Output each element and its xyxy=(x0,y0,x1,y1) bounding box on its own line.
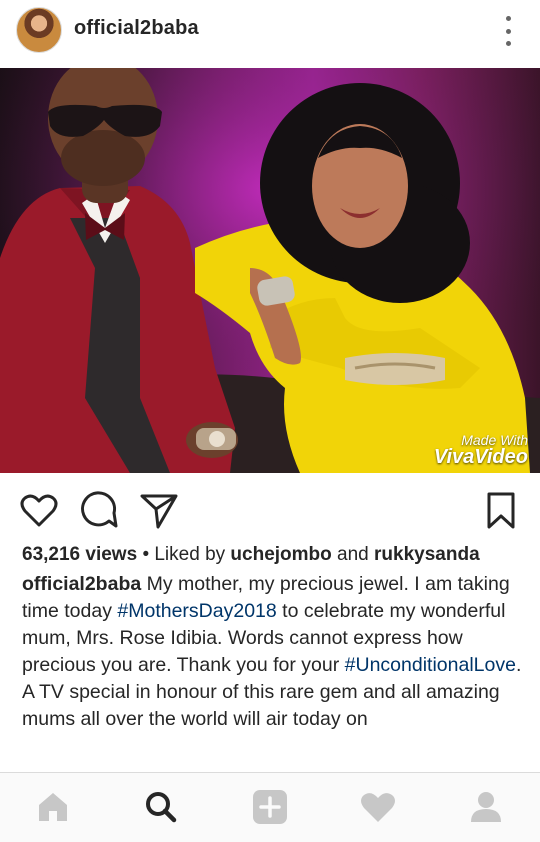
watermark-line2: VivaVideo xyxy=(433,446,528,468)
bottom-tab-bar xyxy=(0,772,540,842)
add-icon[interactable] xyxy=(250,787,290,827)
post-header: official2baba xyxy=(0,0,540,64)
liked-and: and xyxy=(337,544,369,565)
caption-username[interactable]: official2baba xyxy=(22,573,141,595)
send-icon[interactable] xyxy=(139,491,179,531)
username[interactable]: official2baba xyxy=(74,17,199,40)
comment-icon[interactable] xyxy=(79,491,119,531)
profile-icon[interactable] xyxy=(466,787,506,827)
more-vertical-icon[interactable] xyxy=(502,16,514,46)
post-photo[interactable] xyxy=(0,68,540,473)
heart-outline-icon[interactable] xyxy=(19,491,59,531)
post-actions xyxy=(0,473,540,539)
avatar[interactable] xyxy=(16,7,62,53)
post-caption: official2baba My mother, my precious jew… xyxy=(22,571,522,733)
bookmark-icon[interactable] xyxy=(481,491,521,531)
hashtag-mothersday[interactable]: #MothersDay2018 xyxy=(117,600,276,622)
hashtag-unconditionallove[interactable]: #UnconditionalLove xyxy=(345,654,516,676)
search-icon[interactable] xyxy=(141,787,181,827)
views-count[interactable]: 63,216 views xyxy=(22,544,137,565)
home-icon[interactable] xyxy=(33,787,73,827)
post-stats: 63,216 views • Liked by uchejombo and ru… xyxy=(22,544,480,566)
liked-user-1[interactable]: uchejombo xyxy=(230,544,331,565)
liked-user-2[interactable]: rukkysanda xyxy=(374,544,480,565)
post-photo-illustration xyxy=(0,68,540,473)
liked-by-prefix: • Liked by xyxy=(142,544,226,565)
activity-heart-icon[interactable] xyxy=(358,787,398,827)
